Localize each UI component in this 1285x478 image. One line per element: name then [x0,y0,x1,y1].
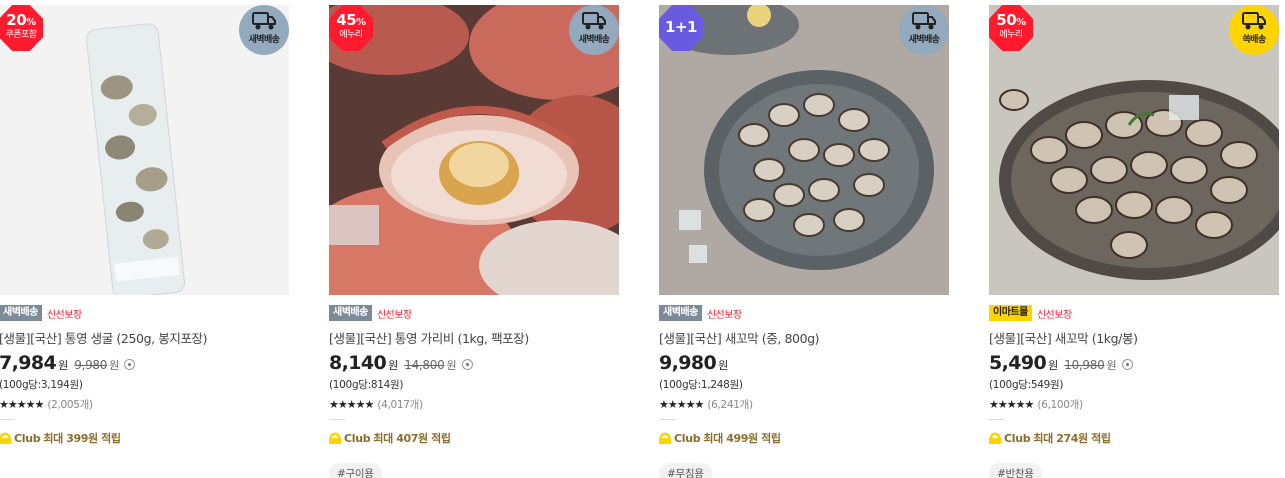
product-name[interactable]: [생물][국산] 새꼬막 (중, 800g) [659,328,949,346]
club-coin-icon [659,432,671,444]
divider [329,419,345,420]
star-rating-icon: ★★★★★ [329,397,374,411]
divider [0,419,15,420]
discount-badge: 45% 에누리 [329,5,373,51]
delivery-badge: 쓱배송 [1229,5,1279,55]
product-card[interactable]: 45% 에누리 새벽배송 새벽배송 신선보장 [생물][국산] 통영 가리비 (… [329,5,619,478]
product-card[interactable]: 20% 쿠폰포함 새벽배송 새벽배송 신선보장 [생물][국산] 통영 생굴 (… [0,5,289,478]
club-reward-text: 최대 274원 적립 [1033,432,1111,445]
review-count: (2,005개) [47,398,93,411]
hashtag-chip[interactable]: #구이용 [329,463,382,478]
oyster-bag-photo [0,5,289,295]
product-name[interactable]: [생물][국산] 통영 생굴 (250g, 봉지포장) [0,328,289,346]
original-currency-unit: 원 [446,359,457,372]
delivery-label: 새벽배송 [578,35,610,45]
unit-price: (100g당:1,248원) [659,379,743,391]
truck-icon [582,12,606,30]
star-rating-icon: ★★★★★ [659,397,704,411]
product-name[interactable]: [생물][국산] 새꼬막 (1kg/봉) [989,328,1279,346]
unit-price: (100g당:3,194원) [0,379,83,391]
cockle-platter-photo [989,5,1279,295]
currency-unit: 원 [58,359,69,372]
product-image[interactable]: 20% 쿠폰포함 새벽배송 [0,5,289,295]
fresh-guarantee-tag: 신선보장 [1036,309,1072,321]
currency-unit: 원 [388,359,399,372]
sale-price: 9,980 [659,352,717,374]
fresh-guarantee-tag: 신선보장 [706,309,742,321]
club-reward-text: 최대 399원 적립 [43,432,121,445]
delivery-badge: 새벽배송 [569,5,619,55]
delivery-tag: 새벽배송 [329,305,372,321]
fresh-guarantee-tag: 신선보장 [46,309,82,321]
club-coin-icon [989,432,1001,444]
delivery-tag: 새벽배송 [659,305,702,321]
delivery-label: 새벽배송 [248,35,280,45]
delivery-badge: 새벽배송 [239,5,289,55]
club-label: Club [344,431,371,445]
hashtag-chip[interactable]: #반찬용 [989,463,1042,478]
review-count: (4,017개) [377,398,423,411]
club-label: Club [674,431,701,445]
cockle-plate-photo [659,5,949,295]
delivery-tag: 새벽배송 [0,305,42,321]
original-price: 10,980 [1064,358,1105,372]
club-coin-icon [329,432,341,444]
divider [659,419,675,420]
price-info-icon[interactable] [461,359,473,370]
delivery-label: 새벽배송 [908,35,940,45]
scallop-photo [329,5,619,295]
review-count: (6,100개) [1037,398,1083,411]
original-currency-unit: 원 [1106,359,1117,372]
hashtag-chip[interactable]: #무침용 [659,463,712,478]
star-rating-icon: ★★★★★ [0,397,44,411]
original-price: 14,800 [404,358,445,372]
sale-price: 5,490 [989,352,1047,374]
original-price: 9,980 [74,358,108,372]
currency-unit: 원 [718,359,729,372]
review-count: (6,241개) [707,398,753,411]
price-info-icon[interactable] [1121,359,1133,370]
product-image[interactable]: 50% 에누리 쓱배송 [989,5,1279,295]
product-name[interactable]: [생물][국산] 통영 가리비 (1kg, 팩포장) [329,328,619,346]
truck-icon [912,12,936,30]
product-card[interactable]: 1+1 새벽배송 새벽배송 신선보장 [생물][국산] 새꼬막 (중, 800g… [659,5,949,478]
sale-price: 8,140 [329,352,387,374]
star-rating-icon: ★★★★★ [989,397,1034,411]
delivery-badge: 새벽배송 [899,5,949,55]
sale-price: 7,984 [0,352,57,374]
fresh-guarantee-tag: 신선보장 [376,309,412,321]
truck-icon [1242,12,1266,30]
club-reward-text: 최대 499원 적립 [703,432,781,445]
mall-tag: 이마트몰 [989,305,1032,321]
original-currency-unit: 원 [109,359,120,372]
product-image[interactable]: 1+1 새벽배송 [659,5,949,295]
truck-icon [252,12,276,30]
divider [989,419,1005,420]
unit-price: (100g당:814원) [329,379,404,391]
delivery-label: 쓱배송 [1242,35,1266,45]
club-label: Club [1004,431,1031,445]
club-label: Club [14,431,41,445]
product-card[interactable]: 50% 에누리 쓱배송 이마트몰 신선보장 [생물][국산] 새꼬막 (1kg/… [989,5,1279,478]
product-image[interactable]: 45% 에누리 새벽배송 [329,5,619,295]
unit-price: (100g당:549원) [989,379,1064,391]
club-coin-icon [0,432,11,444]
currency-unit: 원 [1048,359,1059,372]
club-reward-text: 최대 407원 적립 [373,432,451,445]
price-info-icon[interactable] [124,359,136,370]
